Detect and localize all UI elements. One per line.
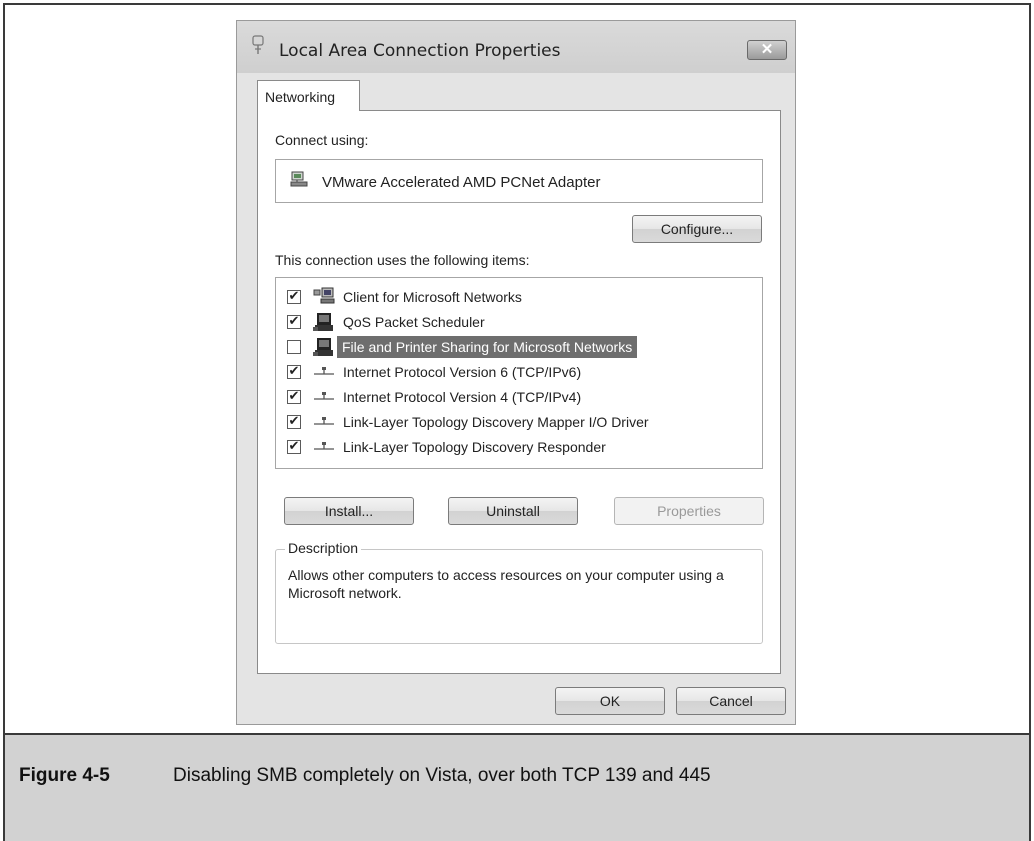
items-list[interactable]: ✔ Client for Microsoft Networks ✔ QoS Pa… — [275, 277, 763, 469]
item-label: Internet Protocol Version 4 (TCP/IPv4) — [343, 389, 582, 405]
list-item-qos[interactable]: ✔ QoS Packet Scheduler — [276, 311, 762, 333]
protocol-icon — [314, 417, 334, 425]
service-icon — [313, 338, 333, 356]
network-client-icon — [313, 287, 335, 304]
item-label: Internet Protocol Version 6 (TCP/IPv6) — [343, 364, 582, 380]
list-item-ipv4[interactable]: ✔ Internet Protocol Version 4 (TCP/IPv4) — [276, 386, 762, 408]
ok-label: OK — [599, 693, 621, 709]
protocol-icon — [314, 442, 334, 450]
configure-button[interactable]: Configure... — [632, 215, 762, 243]
title-bar: Local Area Connection Properties ✕ — [237, 21, 795, 73]
figure-caption: Figure 4-5 Disabling SMB completely on V… — [3, 733, 1031, 841]
figure-caption-text: Disabling SMB completely on Vista, over … — [173, 765, 711, 786]
tab-networking[interactable]: Networking — [257, 80, 360, 111]
list-item-file-printer-sharing[interactable]: File and Printer Sharing for Microsoft N… — [276, 336, 762, 358]
uninstall-button[interactable]: Uninstall — [448, 497, 578, 525]
ok-button[interactable]: OK — [555, 687, 665, 715]
network-adapter-icon — [290, 171, 308, 187]
protocol-icon — [314, 392, 334, 400]
checkbox[interactable]: ✔ — [287, 365, 301, 379]
properties-button[interactable]: Properties — [614, 497, 764, 525]
list-item-lltd-mapper[interactable]: ✔ Link-Layer Topology Discovery Mapper I… — [276, 411, 762, 433]
configure-label: Configure... — [660, 221, 734, 237]
properties-dialog: Local Area Connection Properties ✕ Netwo… — [236, 20, 796, 725]
close-button[interactable]: ✕ — [747, 40, 787, 60]
list-item-ipv6[interactable]: ✔ Internet Protocol Version 6 (TCP/IPv6) — [276, 361, 762, 383]
list-item-lltd-responder[interactable]: ✔ Link-Layer Topology Discovery Responde… — [276, 436, 762, 458]
adapter-name: VMware Accelerated AMD PCNet Adapter — [322, 174, 601, 191]
checkbox[interactable] — [287, 340, 301, 354]
figure-number: Figure 4-5 — [19, 765, 110, 786]
dialog-title: Local Area Connection Properties — [279, 41, 561, 61]
properties-label: Properties — [657, 503, 721, 519]
list-item-client[interactable]: ✔ Client for Microsoft Networks — [276, 286, 762, 308]
connect-using-label: Connect using: — [275, 132, 369, 148]
item-label: Client for Microsoft Networks — [343, 289, 522, 305]
uninstall-label: Uninstall — [486, 503, 540, 519]
install-label: Install... — [324, 503, 374, 519]
service-icon — [313, 313, 333, 331]
close-icon: ✕ — [760, 41, 774, 58]
description-group: Description Allows other computers to ac… — [275, 540, 763, 644]
checkbox[interactable]: ✔ — [287, 390, 301, 404]
checkbox[interactable]: ✔ — [287, 290, 301, 304]
cancel-button[interactable]: Cancel — [676, 687, 786, 715]
item-label: Link-Layer Topology Discovery Mapper I/O… — [343, 414, 649, 430]
description-text: Allows other computers to access resourc… — [288, 567, 724, 601]
checkbox[interactable]: ✔ — [287, 440, 301, 454]
checkbox[interactable]: ✔ — [287, 315, 301, 329]
item-label-selected: File and Printer Sharing for Microsoft N… — [337, 336, 638, 358]
item-label: Link-Layer Topology Discovery Responder — [343, 439, 606, 455]
network-connection-icon — [252, 35, 264, 54]
item-label: QoS Packet Scheduler — [343, 314, 485, 330]
adapter-box: VMware Accelerated AMD PCNet Adapter — [275, 159, 763, 203]
install-button[interactable]: Install... — [284, 497, 414, 525]
items-label: This connection uses the following items… — [275, 252, 530, 268]
cancel-label: Cancel — [709, 693, 753, 709]
description-legend: Description — [285, 540, 362, 556]
networking-panel: Connect using: VMware Accelerated AMD PC… — [257, 110, 781, 674]
checkbox[interactable]: ✔ — [287, 415, 301, 429]
protocol-icon — [314, 367, 334, 375]
